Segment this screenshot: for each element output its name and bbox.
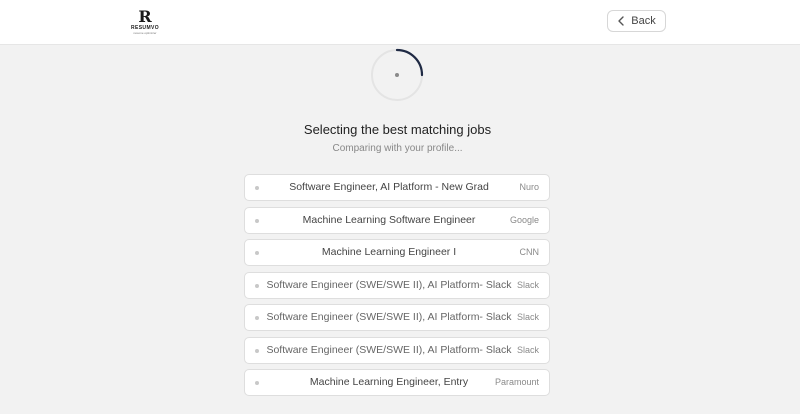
bullet-dot-icon <box>255 316 259 320</box>
job-title: Machine Learning Software Engineer <box>302 213 476 226</box>
top-bar: R RESUMVO resume optimizer Back <box>0 0 800 45</box>
job-item[interactable]: Machine Learning Software Engineer Googl… <box>244 206 550 234</box>
job-company: Nuro <box>519 182 539 192</box>
bullet-dot-icon <box>255 186 259 190</box>
job-title: Software Engineer, AI Platform - New Gra… <box>289 181 489 193</box>
logo-tagline: resume optimizer <box>133 31 157 35</box>
job-company: Slack <box>516 344 539 355</box>
bullet-dot-icon <box>255 251 259 255</box>
resumvo-logo[interactable]: R RESUMVO resume optimizer <box>128 7 162 36</box>
job-company: CNN <box>519 247 540 257</box>
job-company: Google <box>509 214 539 225</box>
job-title: Software Engineer (SWE/SWE II), AI Platf… <box>266 343 512 356</box>
bullet-dot-icon <box>255 348 259 353</box>
bullet-dot-icon <box>255 381 259 385</box>
back-button-label: Back <box>631 15 656 27</box>
chevron-left-icon <box>618 16 624 26</box>
status-subtitle: Comparing with your profile... <box>332 143 463 154</box>
job-title: Software Engineer (SWE/SWE II), AI Platf… <box>266 278 512 291</box>
job-title: Machine Learning Engineer, Entry <box>309 376 469 388</box>
job-company: Paramount <box>494 377 539 387</box>
job-item[interactable]: Software Engineer (SWE/SWE II), AI Platf… <box>244 336 550 364</box>
job-title: Software Engineer (SWE/SWE II), AI Platf… <box>266 311 512 323</box>
job-item[interactable]: Software Engineer, AI Platform - New Gra… <box>244 174 550 201</box>
job-item[interactable]: Software Engineer (SWE/SWE II), AI Platf… <box>244 304 550 331</box>
job-company: Slack <box>516 312 539 322</box>
job-title: Machine Learning Engineer I <box>321 246 457 258</box>
job-item[interactable]: Machine Learning Engineer I CNN <box>244 239 550 266</box>
job-list: Software Engineer, AI Platform - New Gra… <box>244 174 550 402</box>
job-company: Slack <box>516 279 539 290</box>
status-title: Selecting the best matching jobs <box>303 122 492 137</box>
bullet-dot-icon <box>255 218 259 223</box>
logo-mark: R <box>138 7 152 26</box>
job-item[interactable]: Machine Learning Engineer, Entry Paramou… <box>244 369 550 396</box>
loading-spinner-icon <box>370 48 424 102</box>
bullet-dot-icon <box>255 283 259 288</box>
job-item[interactable]: Software Engineer (SWE/SWE II), AI Platf… <box>244 271 550 299</box>
back-button[interactable]: Back <box>607 10 666 32</box>
